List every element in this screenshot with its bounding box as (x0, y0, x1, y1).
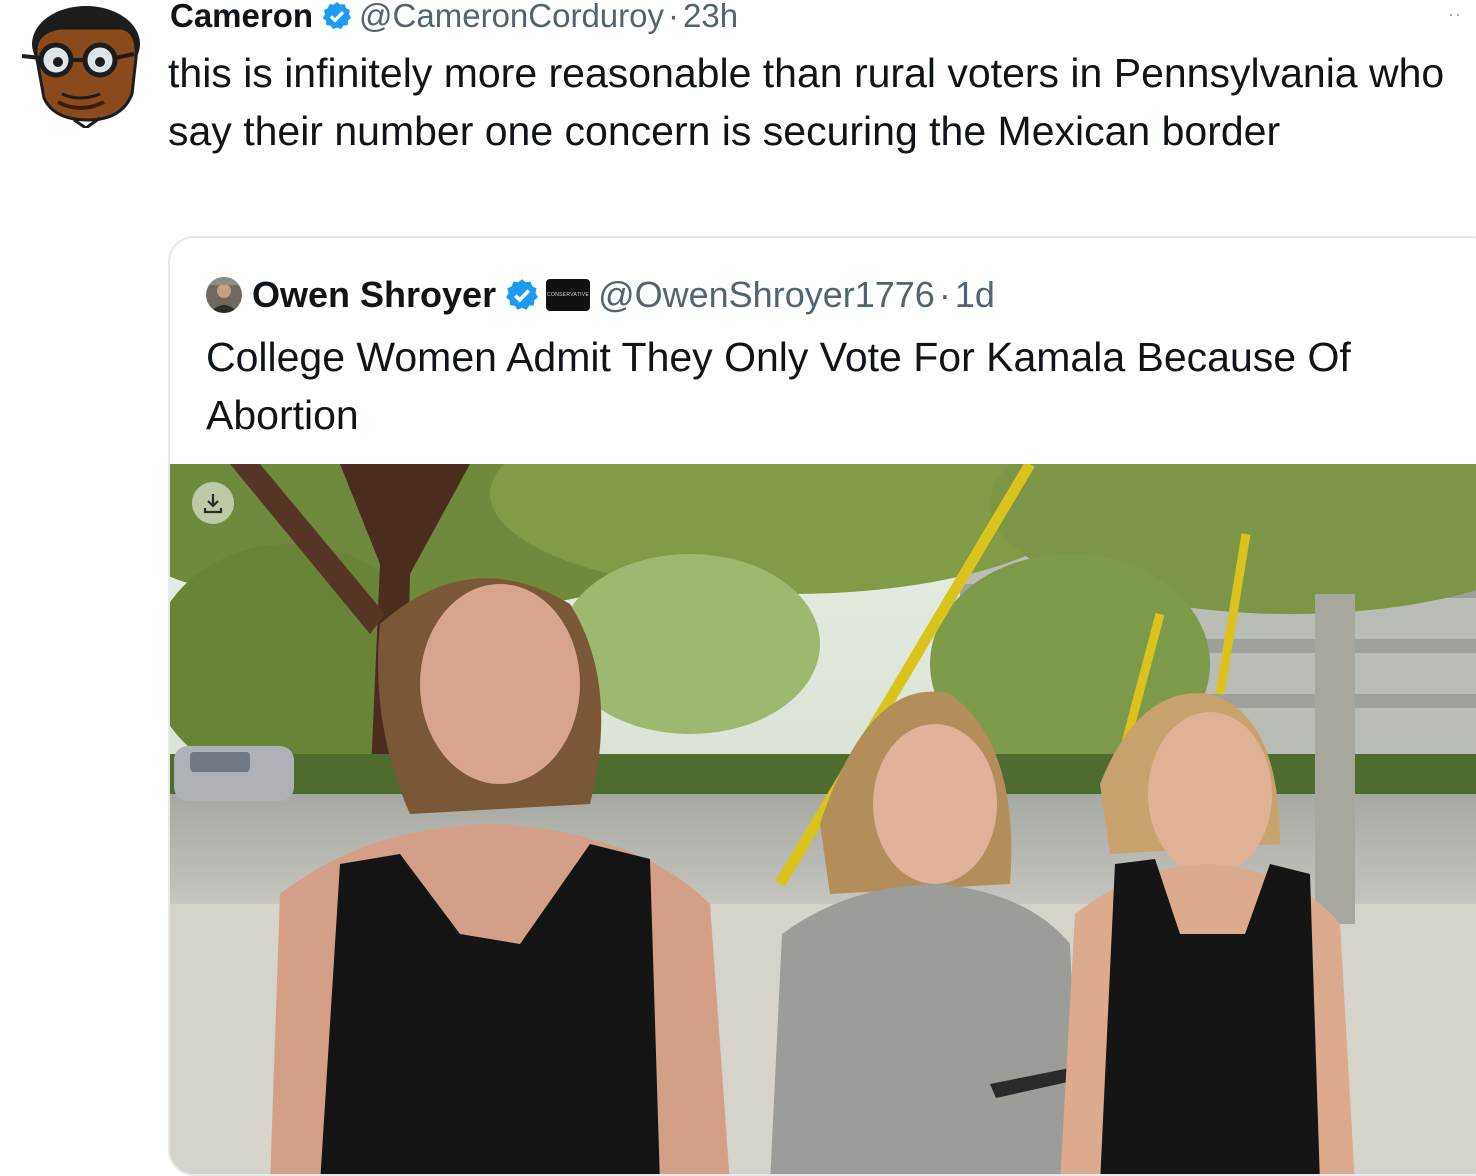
tweet-header: Cameron @CameronCorduroy · 23h (170, 0, 738, 38)
quote-author-name[interactable]: Owen Shroyer (252, 274, 496, 316)
quote-header: Owen Shroyer CONSERVATIVE @OwenShroyer17… (206, 272, 995, 318)
quote-text: College Women Admit They Only Vote For K… (206, 334, 1351, 438)
verified-badge-icon (322, 2, 352, 30)
video-thumbnail[interactable] (170, 464, 1476, 1174)
more-icon[interactable]: ·· (1448, 4, 1462, 25)
verified-badge-icon (506, 279, 538, 310)
author-name[interactable]: Cameron (170, 0, 313, 35)
tweet: Cameron @CameronCorduroy · 23h ·· this i… (0, 0, 1476, 1176)
tweet-text: this is infinitely more reasonable than … (168, 50, 1445, 154)
affiliation-badge-label: CONSERVATIVE (547, 292, 590, 298)
video-frame-illustration (170, 464, 1476, 1174)
author-avatar[interactable] (14, 2, 144, 128)
quoted-tweet-card[interactable]: Owen Shroyer CONSERVATIVE @OwenShroyer17… (168, 236, 1476, 1176)
quote-timestamp[interactable]: 1d (955, 274, 995, 316)
author-handle[interactable]: @CameronCorduroy (359, 0, 664, 35)
separator-dot: · (668, 0, 679, 34)
quote-author-avatar[interactable] (206, 277, 242, 313)
download-arrow-icon (203, 494, 223, 514)
affiliation-badge: CONSERVATIVE (546, 279, 591, 311)
quote-author-handle[interactable]: @OwenShroyer1776 (598, 274, 935, 316)
tweet-timestamp[interactable]: 23h (683, 0, 738, 35)
download-icon[interactable] (192, 482, 234, 524)
separator-dot: · (938, 274, 951, 315)
